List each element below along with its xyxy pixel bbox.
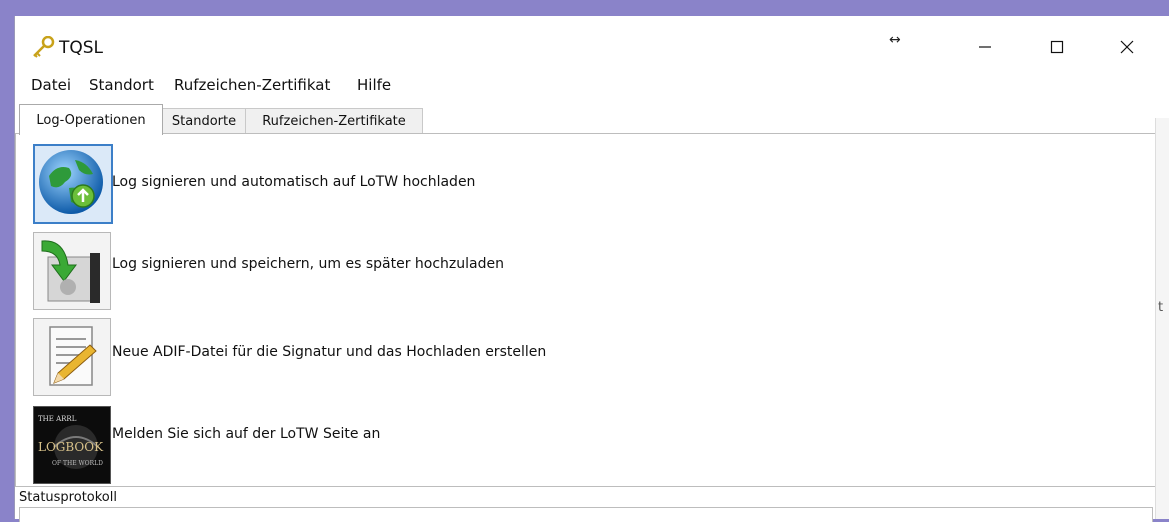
svg-text:THE ARRL: THE ARRL	[38, 415, 77, 423]
operation-row: Neue ADIF-Datei für die Signatur und das…	[16, 314, 1155, 402]
minimize-button[interactable]	[963, 30, 1007, 64]
svg-text:OF THE WORLD: OF THE WORLD	[52, 460, 103, 467]
maximize-button[interactable]	[1035, 30, 1079, 64]
tab-log-operationen[interactable]: Log-Operationen	[19, 104, 163, 135]
sign-upload-label: Log signieren und automatisch auf LoTW h…	[112, 174, 476, 190]
sign-upload-button[interactable]	[33, 144, 113, 224]
operation-row: Log signieren und speichern, um es späte…	[16, 228, 1155, 316]
maximize-icon	[1050, 40, 1064, 54]
status-log-area[interactable]	[19, 507, 1153, 522]
title-bar[interactable]: TQSL ↔	[15, 16, 1169, 68]
window-title: TQSL	[59, 38, 104, 58]
logbook-icon: THE ARRL LOGBOOK OF THE WORLD	[34, 407, 110, 483]
lotw-login-label: Melden Sie sich auf der LoTW Seite an	[112, 426, 381, 442]
operation-row: Log signieren und automatisch auf LoTW h…	[16, 140, 1155, 228]
tab-rufzeichen-zertifikate[interactable]: Rufzeichen-Zertifikate	[245, 108, 423, 133]
status-log-label: Statusprotokoll	[19, 490, 117, 505]
lotw-login-button[interactable]: THE ARRL LOGBOOK OF THE WORLD	[33, 406, 111, 484]
operation-row: THE ARRL LOGBOOK OF THE WORLD Melden Sie…	[16, 402, 1155, 490]
minimize-icon	[979, 46, 991, 48]
save-arrow-icon	[41, 240, 100, 303]
new-adif-button[interactable]	[33, 318, 111, 396]
sign-save-button[interactable]	[33, 232, 111, 310]
background-window-text: t	[1158, 300, 1164, 315]
background-window-edge	[1155, 118, 1169, 519]
menu-standort[interactable]: Standort	[89, 76, 154, 94]
close-icon	[1120, 40, 1134, 54]
globe-upload-icon	[39, 150, 103, 214]
key-icon	[31, 35, 55, 58]
tab-standorte[interactable]: Standorte	[161, 108, 247, 133]
svg-text:LOGBOOK: LOGBOOK	[38, 440, 104, 454]
log-operations-panel: Log signieren und automatisch auf LoTW h…	[15, 133, 1158, 487]
sign-save-label: Log signieren und speichern, um es späte…	[112, 256, 504, 272]
menu-bar: Datei Standort Rufzeichen-Zertifikat Hil…	[15, 70, 1169, 98]
resize-arrow-icon: ↔	[889, 32, 901, 48]
document-pencil-icon	[49, 326, 97, 386]
tab-bar: Log-Operationen Standorte Rufzeichen-Zer…	[15, 104, 1169, 135]
menu-datei[interactable]: Datei	[31, 76, 71, 94]
tqsl-window: TQSL ↔ Datei Standort Rufzeichen-Zertifi…	[14, 16, 1169, 522]
menu-hilfe[interactable]: Hilfe	[357, 76, 391, 94]
menu-rufzeichen-zertifikat[interactable]: Rufzeichen-Zertifikat	[174, 76, 330, 94]
close-button[interactable]	[1105, 30, 1149, 64]
new-adif-label: Neue ADIF-Datei für die Signatur und das…	[112, 344, 547, 360]
